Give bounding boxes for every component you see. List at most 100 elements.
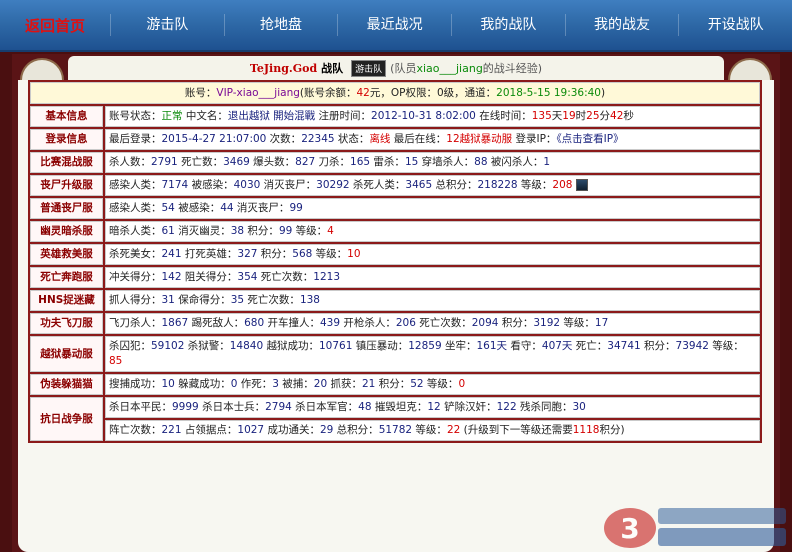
stat-label: 抓获： xyxy=(327,378,362,390)
stat-value: 88 xyxy=(474,156,488,168)
stat-value: 327 xyxy=(237,248,258,260)
stat-label: 死亡： xyxy=(572,340,608,352)
nav-item-guerrilla[interactable]: 游击队 xyxy=(110,14,224,36)
stat-label: 残杀同胞： xyxy=(516,401,573,413)
stat-value: 161天 xyxy=(476,340,508,352)
stat-label: 阻关得分： xyxy=(181,271,238,283)
player-stats-table: 账号：VIP-xiao___jiang(账号余额：42元，OP权限：0级，通道：… xyxy=(28,80,762,443)
stat-label: 被捕： xyxy=(278,378,314,390)
stat-value: 38 xyxy=(230,225,245,237)
stat-label: 等级： xyxy=(423,378,459,390)
stat-row: 丧尸升级服 感染人类：7174 被感染：4030 消灭丧尸：30292 杀死人类：… xyxy=(30,175,760,196)
balance-unit: 元，OP权限：0级，通道： xyxy=(369,86,497,99)
account-label: 账号： xyxy=(184,86,217,99)
stat-label: 死亡次数： xyxy=(257,271,314,283)
stat-value: 122 xyxy=(496,401,517,413)
stat-label: 总积分： xyxy=(432,179,478,191)
stat-value: 2794 xyxy=(265,401,292,413)
server-label: 功夫飞刀服 xyxy=(30,313,103,334)
stat-value: 165 xyxy=(350,156,371,168)
stat-label: 等级： xyxy=(412,424,447,436)
server-label: 普通丧尸服 xyxy=(30,198,103,219)
stat-value: 12 xyxy=(427,401,441,413)
server-stats: 飞刀杀人：1867 踢死敌人：680 开车撞人：439 开枪杀人：206 死亡次… xyxy=(105,313,760,334)
stat-value: 21 xyxy=(362,378,376,390)
stat-label: 注册时间： xyxy=(315,110,372,122)
team-name[interactable]: TeJing.God xyxy=(250,62,317,75)
stat-row: 伪装躲猫猫 搜捕成功：10 躲藏成功： 0 作死：3 被捕：20 抓获：21 积分：… xyxy=(30,374,760,395)
stat-label: 时 xyxy=(575,110,587,122)
member-suffix: 的战斗经验) xyxy=(482,62,543,75)
page-subtitle: (队员xiao___jiang的战斗经验) xyxy=(390,60,542,76)
nav-item-territory[interactable]: 抢地盘 xyxy=(223,14,338,36)
stat-value: 241 xyxy=(161,248,182,260)
stat-label: 积分： xyxy=(640,340,676,352)
server-stats-line1: 杀日本平民：9999 杀日本士兵：2794 杀日本军官：48 摧毁坦克：12 铲… xyxy=(105,397,760,418)
server-label: 越狱暴动服 xyxy=(30,336,103,372)
scroll-curl-right xyxy=(728,58,772,80)
stat-label: 感染人类： xyxy=(109,202,162,214)
stat-value: 138 xyxy=(299,294,320,306)
stat-label: 杀人数： xyxy=(109,156,151,168)
stat-label: 等级： xyxy=(312,248,348,260)
stat-label: 杀日本军官： xyxy=(291,401,359,413)
stat-value: 2015-4-27 21:07:00 xyxy=(161,133,267,145)
stat-value: 3465 xyxy=(405,179,433,191)
stat-label: 次数： xyxy=(266,133,302,145)
stat-label: 积分： xyxy=(498,317,534,329)
nav-item-my-team[interactable]: 我的战队 xyxy=(451,14,565,36)
nav-item-my-teammates[interactable]: 我的战友 xyxy=(564,14,679,36)
nav-item-recent-battles[interactable]: 最近战况 xyxy=(337,14,451,36)
stat-value: 208 xyxy=(552,179,573,191)
stat-value: 52 xyxy=(410,378,424,390)
stat-row: 功夫飞刀服 飞刀杀人：1867 踢死敌人：680 开车撞人：439 开枪杀人：20… xyxy=(30,313,760,334)
stat-value: 20 xyxy=(313,378,328,390)
server-stats: 杀死美女：241 打死英雄：327 积分：568 等级：10 xyxy=(105,244,760,265)
stat-value: 22 xyxy=(446,424,461,436)
stat-value: 9999 xyxy=(172,401,199,413)
stat-value: 10761 xyxy=(319,340,353,352)
nav-item-create-team[interactable]: 开设战队 xyxy=(678,14,792,36)
stat-value: 14840 xyxy=(229,340,264,352)
stat-value: 44 xyxy=(220,202,234,214)
rank-avatar-icon xyxy=(576,179,589,191)
balance-label: (账号余额： xyxy=(299,86,357,99)
stat-value: 35 xyxy=(230,294,245,306)
top-nav: 返回首页 游击队 抢地盘 最近战况 我的战队 我的战友 开设战队 xyxy=(0,0,792,52)
stat-label: 消灭丧尸： xyxy=(260,179,317,191)
stat-label: 最后在线： xyxy=(390,133,447,145)
stat-label: 感染人类： xyxy=(109,179,162,191)
stat-label: 积分： xyxy=(375,378,411,390)
stat-label: (升级到下一等级还需要 xyxy=(460,424,573,436)
stat-label: 越狱成功： xyxy=(263,340,319,352)
stat-label: 在线时间： xyxy=(475,110,532,122)
stat-label: 打死英雄： xyxy=(181,248,238,260)
stat-value: 12859 xyxy=(408,340,442,352)
stat-label: 杀死人类： xyxy=(349,179,406,191)
stat-label: 坐牢： xyxy=(441,340,477,352)
stat-label: 成功通关： xyxy=(264,424,320,436)
stat-value: 29 xyxy=(319,424,334,436)
stat-label: 开车撞人： xyxy=(264,317,320,329)
stat-value: 4030 xyxy=(233,179,261,191)
stat-label: 开枪杀人： xyxy=(340,317,396,329)
stat-label: 镇压暴动： xyxy=(352,340,409,352)
stat-value[interactable]: 《点击查看IP》 xyxy=(556,133,623,145)
stat-label: 分 xyxy=(599,110,611,122)
stat-label: 飞刀杀人： xyxy=(109,317,162,329)
stat-label: 等级： xyxy=(292,225,328,237)
stat-label: 账号状态： xyxy=(109,110,162,122)
stat-label: 杀日本士兵： xyxy=(198,401,266,413)
stat-value: 3192 xyxy=(533,317,561,329)
stat-label: 暗杀人类： xyxy=(109,225,162,237)
stat-label: 积分： xyxy=(244,225,279,237)
stat-label: 摧毁坦克： xyxy=(371,401,428,413)
stat-value: 7174 xyxy=(161,179,189,191)
nav-logo[interactable]: 返回首页 xyxy=(0,15,110,36)
member-id: xiao___jiang xyxy=(416,62,483,75)
stat-value: 221 xyxy=(161,424,182,436)
stat-label: 等级： xyxy=(708,340,744,352)
stat-value: 退出越狱 開始混戰 xyxy=(227,110,316,122)
stat-label: 看守： xyxy=(507,340,542,352)
stat-label: 消灭丧尸： xyxy=(233,202,290,214)
